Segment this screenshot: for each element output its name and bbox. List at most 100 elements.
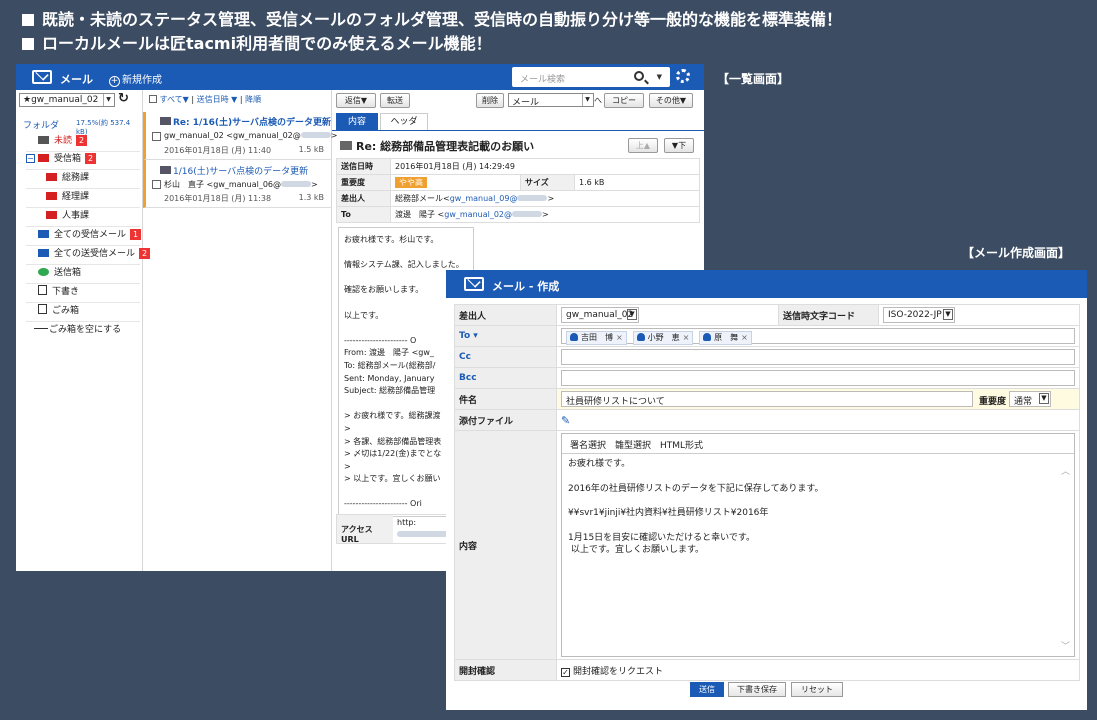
tab-header[interactable]: ヘッダ: [380, 113, 428, 130]
save-draft-button[interactable]: 下書き保存: [728, 682, 786, 697]
folder-inbox[interactable]: − 受信箱 2: [26, 152, 97, 167]
to-address-link[interactable]: gw_manual_02@: [444, 210, 512, 219]
plus-icon: +: [109, 76, 120, 87]
from-select[interactable]: gw_manual_02 ▼: [561, 307, 639, 323]
remove-icon[interactable]: ×: [616, 333, 623, 342]
collapse-icon[interactable]: −: [26, 154, 35, 163]
editor-toolbar[interactable]: 署名選択 雛型選択 HTML形式: [562, 434, 1074, 454]
message-checkbox[interactable]: [152, 132, 161, 141]
next-message-button[interactable]: ▼下: [664, 138, 694, 153]
to-label[interactable]: To ▾: [454, 325, 557, 347]
compose-window: メール - 作成 差出人 gw_manual_02 ▼ 送信時文字コード ISO-…: [446, 270, 1087, 710]
select-all-checkbox[interactable]: [149, 95, 157, 103]
message-checkbox[interactable]: [152, 180, 161, 189]
folder-keiri[interactable]: 経理課: [46, 190, 89, 205]
reply-button[interactable]: 返信▼: [336, 93, 376, 108]
from-address-link[interactable]: gw_manual_09@: [450, 194, 518, 203]
scroll-down-icon[interactable]: ﹀: [1061, 639, 1070, 652]
trash-icon: [38, 304, 47, 314]
access-url[interactable]: http:: [397, 518, 416, 527]
new-mail-button[interactable]: + 新規作成: [109, 71, 162, 87]
headline-1: 既読・未読のステータス管理、受信メールのフォルダ管理、受信時の自動振り分け等一般…: [22, 6, 842, 30]
envelope-icon: [160, 117, 171, 125]
body-text[interactable]: お疲れ様です。 2016年の社員研修リストのデータを下記に保存してあります。 ¥…: [562, 454, 1074, 560]
message-header-table: 送信日時 2016年01月18日 (月) 14:29:49 重要度 やや高 サイズ 1.…: [336, 158, 700, 223]
subject-input[interactable]: 社員研修リストについて: [561, 391, 973, 407]
unread-badge: 2: [76, 135, 88, 146]
paperclip-icon[interactable]: ✎: [561, 414, 570, 427]
prev-message-button[interactable]: 上▲: [628, 138, 658, 153]
square-bullet-icon: [22, 38, 34, 50]
folder-all-received[interactable]: 全ての受信メール 1: [38, 228, 142, 243]
chevron-down-icon: ▼: [582, 94, 592, 106]
charset-select[interactable]: ISO-2022-JP ▼: [883, 307, 955, 323]
empty-trash-icon: [34, 328, 48, 329]
refresh-icon[interactable]: ↻: [118, 91, 129, 106]
compose-form: 差出人 gw_manual_02 ▼ 送信時文字コード ISO-2022-JP ▼ …: [454, 304, 1080, 681]
headline-2: ローカルメールは匠tacmi利用者間でのみ使えるメール機能！: [22, 30, 492, 54]
bcc-field[interactable]: [561, 370, 1075, 386]
delete-button[interactable]: 削除: [476, 93, 504, 108]
to-field[interactable]: 吉田 博 × 小野 恵 × 原 舞 ×: [561, 328, 1075, 345]
account-select[interactable]: ★gw_manual_02 ▼: [19, 93, 115, 107]
draft-icon: [38, 285, 47, 295]
person-icon: [570, 333, 578, 341]
folder-icon: [38, 154, 49, 162]
caption-list-view: 【一覧画面】: [717, 72, 790, 86]
person-icon: [703, 333, 712, 341]
body-editor[interactable]: 署名選択 雛型選択 HTML形式 お疲れ様です。 2016年の社員研修リストのデ…: [561, 433, 1075, 657]
read-receipt-checkbox[interactable]: ✓: [561, 667, 570, 677]
person-icon: [636, 333, 645, 341]
cc-field[interactable]: [561, 349, 1075, 365]
folder-trash[interactable]: ごみ箱: [38, 304, 79, 319]
folder-somu[interactable]: 総務課: [46, 171, 89, 186]
recipient-chip[interactable]: 吉田 博 ×: [566, 331, 627, 345]
remove-icon[interactable]: ×: [683, 333, 690, 342]
folder-icon: [46, 173, 57, 181]
folder-drafts[interactable]: 下書き: [38, 285, 79, 300]
recipient-chip[interactable]: 小野 恵 ×: [632, 331, 694, 345]
folder-pane: ★gw_manual_02 ▼ ↻ フォルダ 17.5%(約 537.4 kB) …: [16, 90, 151, 571]
folder-unread[interactable]: 未読 2: [38, 134, 88, 149]
search-icon[interactable]: [634, 71, 644, 81]
tab-content[interactable]: 内容: [336, 113, 378, 130]
filter-all[interactable]: すべて▼: [160, 95, 189, 104]
square-bullet-icon: [22, 14, 34, 26]
caption-compose-view: 【メール作成画面】: [962, 246, 1071, 260]
forward-button[interactable]: 転送: [380, 93, 410, 108]
title-bar: メール + 新規作成 メール検索 ▼: [16, 64, 704, 90]
scroll-up-icon[interactable]: ︿: [1061, 464, 1070, 477]
folder-icon: [46, 192, 57, 200]
reset-button[interactable]: リセット: [791, 682, 843, 697]
folder-all-sent-received[interactable]: 全ての送受信メール 2: [38, 247, 151, 262]
chevron-down-icon: ▼: [943, 309, 953, 320]
envelope-icon: [38, 136, 49, 144]
list-item[interactable]: Re: 1/16(土)サーバ点検のデータ更新 gw_manual_02 <gw_…: [143, 112, 337, 160]
other-menu-button[interactable]: その他▼: [649, 93, 693, 108]
chevron-down-icon: ▼: [627, 309, 637, 320]
app-title: メール: [60, 73, 93, 86]
folder-jinji[interactable]: 人事課: [46, 209, 89, 224]
sort-desc[interactable]: 降順: [245, 95, 261, 104]
priority-select[interactable]: 通常 ▼: [1009, 391, 1051, 407]
folder-outbox[interactable]: 送信箱: [38, 266, 81, 281]
list-filter-bar: すべて▼ | 送信日時 ▼ | 降順: [149, 94, 261, 105]
bcc-label[interactable]: Bcc: [454, 367, 557, 389]
envelope-icon: [160, 166, 171, 174]
remove-icon[interactable]: ×: [741, 333, 748, 342]
copy-button[interactable]: コピー: [604, 93, 644, 108]
list-item[interactable]: 1/16(土)サーバ点検のデータ更新 杉山 直子 <gw_manual_06@ >…: [143, 160, 332, 208]
sort-by-date[interactable]: 送信日時 ▼: [197, 95, 238, 104]
chevron-down-icon[interactable]: ▼: [657, 73, 662, 81]
recipient-chip[interactable]: 原 舞 ×: [699, 331, 752, 345]
compose-title: メール - 作成: [492, 280, 560, 293]
message-subject: Re: 総務部備品管理表記載のお願い: [356, 140, 535, 153]
move-folder-select[interactable]: メール ▼: [508, 93, 594, 108]
cc-label[interactable]: Cc: [454, 346, 557, 368]
opened-envelope-icon: [340, 141, 352, 150]
send-button[interactable]: 送信: [690, 682, 724, 697]
empty-trash-link[interactable]: ごみ箱を空にする: [34, 323, 121, 338]
gear-icon[interactable]: [676, 69, 690, 83]
chevron-down-icon: ▼: [103, 94, 113, 106]
search-input[interactable]: メール検索 ▼: [512, 67, 670, 87]
